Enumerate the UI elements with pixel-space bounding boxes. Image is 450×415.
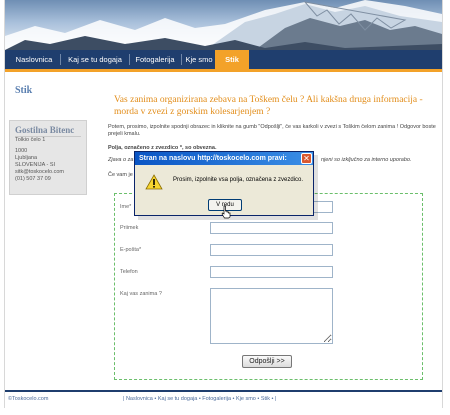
header-banner bbox=[5, 0, 442, 50]
nav-item-naslovnica[interactable]: Naslovnica bbox=[12, 50, 56, 69]
dialog-title: Stran na naslovu http://toskocelo.com pr… bbox=[135, 152, 313, 165]
email-input[interactable] bbox=[210, 244, 333, 256]
intro-text: Potem, prosimo, izpolnite spodnji obraze… bbox=[108, 124, 436, 137]
first-name-label: Ime* bbox=[120, 204, 132, 210]
contact-address: Tolkio čelo 1 bbox=[15, 137, 46, 143]
warning-icon bbox=[145, 174, 163, 190]
nav-accent-bar bbox=[5, 69, 442, 72]
nav-item-stik[interactable]: Stik bbox=[215, 50, 249, 69]
nav-item-kaj-se-tu-dogaja[interactable]: Kaj se tu dogaja bbox=[64, 50, 126, 69]
page-title: Vas zanima organizirana zebava na Toškem… bbox=[114, 95, 423, 117]
footer-divider bbox=[5, 390, 442, 392]
contact-email[interactable]: sitk@toskocelo.com bbox=[15, 169, 81, 176]
message-label: Kaj vas zanima ? bbox=[120, 291, 162, 297]
contact-country: SLOVENIJA - SI bbox=[15, 162, 56, 168]
sidebar-title: Stik bbox=[15, 85, 33, 96]
privacy-note-end: njeni so izključno za interno uporabo. bbox=[321, 157, 412, 163]
email-label: E-pošta* bbox=[120, 247, 142, 253]
nav-separator bbox=[181, 54, 182, 65]
mountain-banner-image bbox=[5, 0, 442, 50]
submit-button[interactable]: Odpošlji >> bbox=[242, 355, 292, 368]
message-textarea[interactable] bbox=[210, 288, 333, 344]
phone-input[interactable] bbox=[210, 266, 333, 278]
hand-cursor-icon bbox=[221, 205, 231, 219]
close-icon[interactable]: ✕ bbox=[301, 153, 312, 164]
nav-item-kje-smo[interactable]: Kje smo bbox=[183, 50, 215, 69]
contact-name: Gostilna Bitenc bbox=[15, 125, 81, 137]
contact-city: Ljubljana bbox=[15, 155, 38, 161]
contact-phone: (01) 507 37 09 bbox=[15, 176, 51, 182]
phone-label: Telefon bbox=[120, 269, 138, 275]
footer-links[interactable]: | Naslovnica • Kaj se tu dogaja • Fotoga… bbox=[123, 396, 276, 402]
nav-separator bbox=[60, 54, 61, 65]
footer-copyright: ©Toskocelo.com bbox=[8, 396, 49, 402]
last-name-input[interactable] bbox=[210, 222, 333, 234]
last-name-label: Priimek bbox=[120, 225, 139, 231]
main-navigation: Naslovnica Kaj se tu dogaja Fotogalerija… bbox=[5, 50, 442, 69]
dialog-message: Prosim, izpolnite vsa polja, označena z … bbox=[173, 177, 304, 183]
nav-item-fotogalerija[interactable]: Fotogalerija bbox=[132, 50, 178, 69]
contact-postcode: 1000 bbox=[15, 148, 28, 154]
nav-separator bbox=[129, 54, 130, 65]
contact-box: Gostilna Bitenc Tolkio čelo 1 1000 Ljubl… bbox=[9, 120, 87, 195]
